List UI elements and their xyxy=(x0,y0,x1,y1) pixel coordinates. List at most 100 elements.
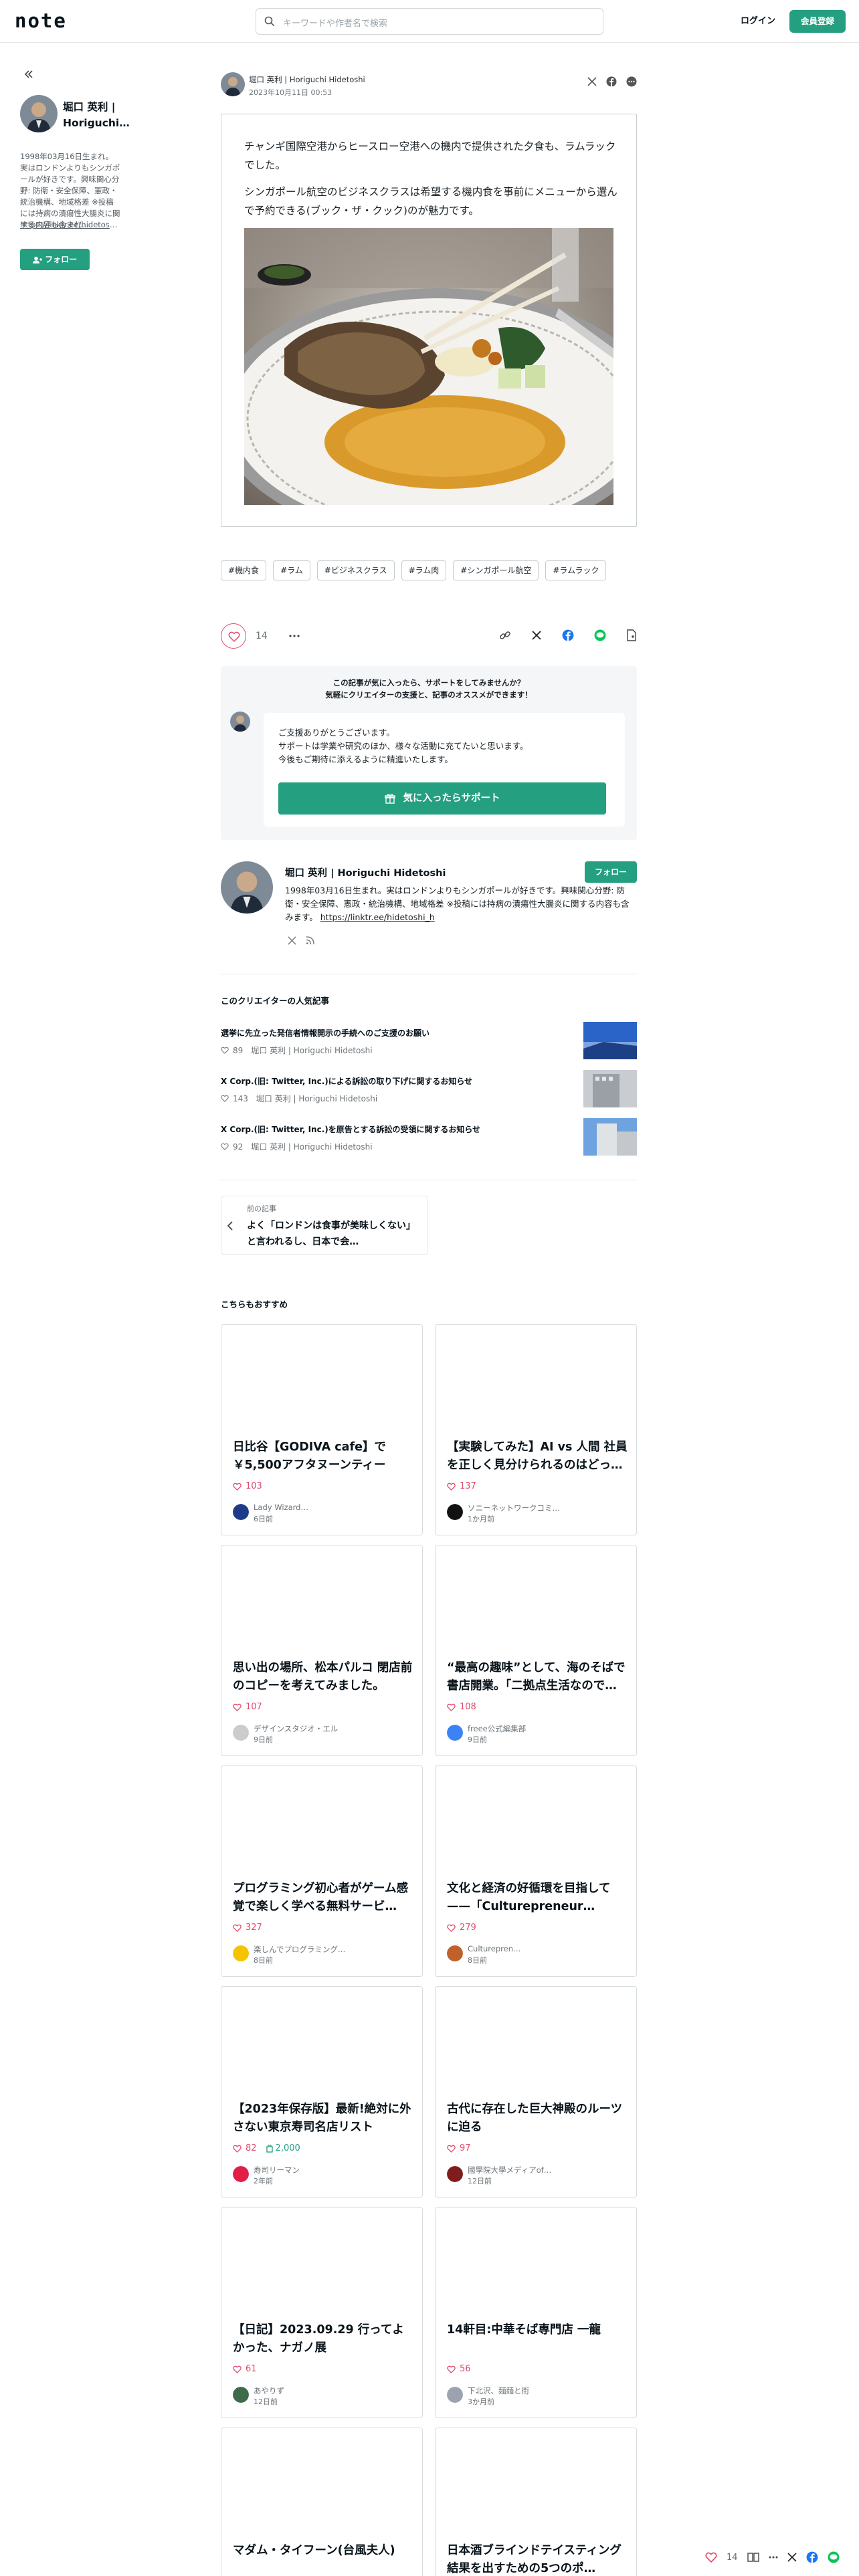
x-icon[interactable] xyxy=(587,77,597,86)
recommend-card[interactable]: 古代に存在した巨大神殿のルーツに迫る 97 國學院大學メディアof… 12日前 xyxy=(435,1986,637,2197)
creator-avatar[interactable] xyxy=(20,95,58,132)
card-title[interactable]: 【実験してみた】AI vs 人間 社員を正しく見分けられるのはどっ… xyxy=(447,1438,629,1476)
author-icon[interactable] xyxy=(447,1945,463,1961)
tag[interactable]: #シンガポール航空 xyxy=(453,560,539,580)
profile-name[interactable]: 堀口 英利 | Horiguchi Hidetoshi xyxy=(285,865,446,879)
facebook-icon[interactable] xyxy=(806,2551,818,2563)
link-icon[interactable] xyxy=(499,629,511,641)
creator-name[interactable]: 堀口 英利 | Horiguchi… xyxy=(63,99,143,131)
card-author[interactable]: 寿司リーマン xyxy=(254,2165,300,2175)
popular-author[interactable]: 堀口 英利 | Horiguchi Hidetoshi xyxy=(251,1141,372,1152)
card-title[interactable]: 14軒目:中華そば専門店 一龍 xyxy=(447,2321,629,2359)
recommend-card[interactable]: マダム・タイフーン(台風夫人) xyxy=(221,2428,423,2576)
card-author[interactable]: デザインスタジオ・エル xyxy=(254,1723,338,1734)
recommend-card[interactable]: 【2023年保存版】最新!絶対に外さない東京寿司名店リスト 82 2,000 寿司リー… xyxy=(221,1986,423,2197)
tag[interactable]: #ラム xyxy=(273,560,310,580)
author-icon[interactable] xyxy=(447,1725,463,1741)
embed-icon[interactable] xyxy=(626,629,637,641)
tag[interactable]: #ビジネスクラス xyxy=(316,560,395,580)
author-name[interactable]: 堀口 英利 | Horiguchi Hidetoshi xyxy=(249,74,365,85)
author-icon[interactable] xyxy=(233,1725,249,1741)
author-icon[interactable] xyxy=(233,1504,249,1520)
card-title[interactable]: 【日記】2023.09.29 行ってよかった、ナガノ展 xyxy=(233,2321,415,2359)
more-icon[interactable] xyxy=(769,2556,778,2559)
author-icon[interactable] xyxy=(447,2387,463,2403)
profile-avatar[interactable] xyxy=(221,861,273,914)
recommend-card[interactable]: プログラミング初心者がゲーム感覚で楽しく学べる無料サービ… 327 楽しんでプログラ… xyxy=(221,1765,423,1977)
collapse-icon[interactable] xyxy=(24,70,33,79)
profile-follow-button[interactable]: フォロー xyxy=(585,861,637,883)
x-icon[interactable] xyxy=(288,936,296,945)
author-avatar[interactable] xyxy=(221,72,245,96)
more-options-icon[interactable] xyxy=(626,76,637,87)
card-author[interactable]: Culturepren… xyxy=(468,1944,521,1953)
card-author[interactable]: Lady Wizard… xyxy=(254,1503,308,1512)
popular-thumbnail[interactable] xyxy=(583,1118,637,1156)
card-author[interactable]: ソニーネットワークコミ… xyxy=(468,1503,560,1513)
creator-link[interactable]: https://linktr.ee/hidetoshi_h xyxy=(20,220,119,229)
sidebar-follow-button[interactable]: フォロー xyxy=(20,249,90,270)
card-author[interactable]: 國學院大學メディアof… xyxy=(468,2165,551,2175)
author-icon[interactable] xyxy=(233,2387,249,2403)
popular-item-title[interactable]: X Corp.(旧: Twitter, Inc.)を原告とする訴訟の受領に関する… xyxy=(221,1123,582,1136)
card-title[interactable]: 日本酒ブラインドテイスティング結果を出すための5つのポ… xyxy=(447,2542,629,2576)
tag[interactable]: #機内食 xyxy=(221,560,267,580)
card-title[interactable]: 古代に存在した巨大神殿のルーツに迫る xyxy=(447,2101,629,2138)
popular-item[interactable]: 選挙に先立った発信者情報開示の手続へのご支援のお願い 89 堀口 英利 | Ho… xyxy=(221,1022,637,1066)
card-author[interactable]: freee公式編集部 xyxy=(468,1723,526,1734)
author-icon[interactable] xyxy=(447,1504,463,1520)
search-placeholder[interactable]: キーワードや作者名で検索 xyxy=(283,16,387,29)
popular-item[interactable]: X Corp.(旧: Twitter, Inc.)を原告とする訴訟の受領に関する… xyxy=(221,1118,637,1162)
card-title[interactable]: 日比谷【GODIVA cafe】で￥5,500アフタヌーンティー xyxy=(233,1438,415,1476)
rss-icon[interactable] xyxy=(306,936,314,945)
facebook-icon[interactable] xyxy=(562,629,574,641)
previous-title[interactable]: よく「ロンドンは食事が美味しくない」と言われるし、日本で会… xyxy=(247,1218,414,1250)
tag[interactable]: #ラムラック xyxy=(545,560,607,580)
author-icon[interactable] xyxy=(447,2166,463,2182)
recommend-card[interactable]: 14軒目:中華そば専門店 一龍 56 下北沢、麺麺と街 3か月前 xyxy=(435,2207,637,2418)
popular-item-title[interactable]: X Corp.(旧: Twitter, Inc.)による訴訟の取り下げに関するお… xyxy=(221,1075,582,1087)
note-logo[interactable]: note xyxy=(15,9,67,32)
more-icon[interactable] xyxy=(289,635,300,637)
card-author[interactable]: あやりず xyxy=(254,2385,284,2396)
card-title[interactable]: “最高の趣味”として、海のそばで書店開業。「二拠点生活なので… xyxy=(447,1659,629,1697)
card-title[interactable]: マダム・タイフーン(台風夫人) xyxy=(233,2542,415,2576)
magazine-icon[interactable] xyxy=(747,2552,759,2563)
card-author[interactable]: 下北沢、麺麺と街 xyxy=(468,2385,529,2396)
popular-item-title[interactable]: 選挙に先立った発信者情報開示の手続へのご支援のお願い xyxy=(221,1027,582,1039)
profile-link[interactable]: https://linktr.ee/hidetoshi_h xyxy=(320,912,435,922)
x-icon[interactable] xyxy=(787,2553,797,2562)
facebook-icon[interactable] xyxy=(606,76,617,87)
card-title[interactable]: 思い出の場所、松本パルコ 閉店前のコピーを考えてみました。 xyxy=(233,1659,415,1697)
tag[interactable]: #ラム肉 xyxy=(401,560,447,580)
recommend-card[interactable]: 【実験してみた】AI vs 人間 社員を正しく見分けられるのはどっ… 137 ソニー… xyxy=(435,1324,637,1535)
card-title[interactable]: 文化と経済の好循環を目指して——「Culturepreneur… xyxy=(447,1880,629,1917)
popular-author[interactable]: 堀口 英利 | Horiguchi Hidetoshi xyxy=(256,1093,377,1104)
card-title[interactable]: 【2023年保存版】最新!絶対に外さない東京寿司名店リスト xyxy=(233,2101,415,2138)
lamb-rack-photo[interactable] xyxy=(244,228,613,505)
line-icon[interactable] xyxy=(828,2551,840,2563)
author-icon[interactable] xyxy=(233,1945,249,1961)
support-button[interactable]: 気に入ったらサポート xyxy=(278,782,606,815)
x-icon[interactable] xyxy=(531,630,542,641)
recommend-card[interactable]: 思い出の場所、松本パルコ 閉店前のコピーを考えてみました。 107 デザインスタジオ… xyxy=(221,1545,423,1756)
recommend-card[interactable]: 日比谷【GODIVA cafe】で￥5,500アフタヌーンティー 103 Lady … xyxy=(221,1324,423,1535)
card-title[interactable]: プログラミング初心者がゲーム感覚で楽しく学べる無料サービ… xyxy=(233,1880,415,1917)
signup-button[interactable]: 会員登録 xyxy=(789,10,846,33)
like-button[interactable] xyxy=(221,623,246,649)
card-author[interactable]: 楽しんでプログラミング… xyxy=(254,1944,345,1955)
recommend-card[interactable]: “最高の趣味”として、海のそばで書店開業。「二拠点生活なので… 108 freee公… xyxy=(435,1545,637,1756)
popular-author[interactable]: 堀口 英利 | Horiguchi Hidetoshi xyxy=(251,1045,372,1056)
recommend-card[interactable]: 日本酒ブラインドテイスティング結果を出すための5つのポ… xyxy=(435,2428,637,2576)
popular-thumbnail[interactable] xyxy=(583,1070,637,1107)
author-icon[interactable] xyxy=(233,2166,249,2182)
popular-item[interactable]: X Corp.(旧: Twitter, Inc.)による訴訟の取り下げに関するお… xyxy=(221,1070,637,1114)
popular-thumbnail[interactable] xyxy=(583,1022,637,1059)
previous-article[interactable]: 前の記事 よく「ロンドンは食事が美味しくない」と言われるし、日本で会… xyxy=(221,1196,428,1255)
line-icon[interactable] xyxy=(594,629,606,641)
like-count[interactable]: 14 xyxy=(256,631,268,641)
recommend-card[interactable]: 【日記】2023.09.29 行ってよかった、ナガノ展 61 あやりず 12日前 xyxy=(221,2207,423,2418)
login-link[interactable]: ログイン xyxy=(726,9,790,33)
heart-icon[interactable] xyxy=(705,2552,717,2563)
recommend-card[interactable]: 文化と経済の好循環を目指して——「Culturepreneur… 279 Cultu… xyxy=(435,1765,637,1977)
